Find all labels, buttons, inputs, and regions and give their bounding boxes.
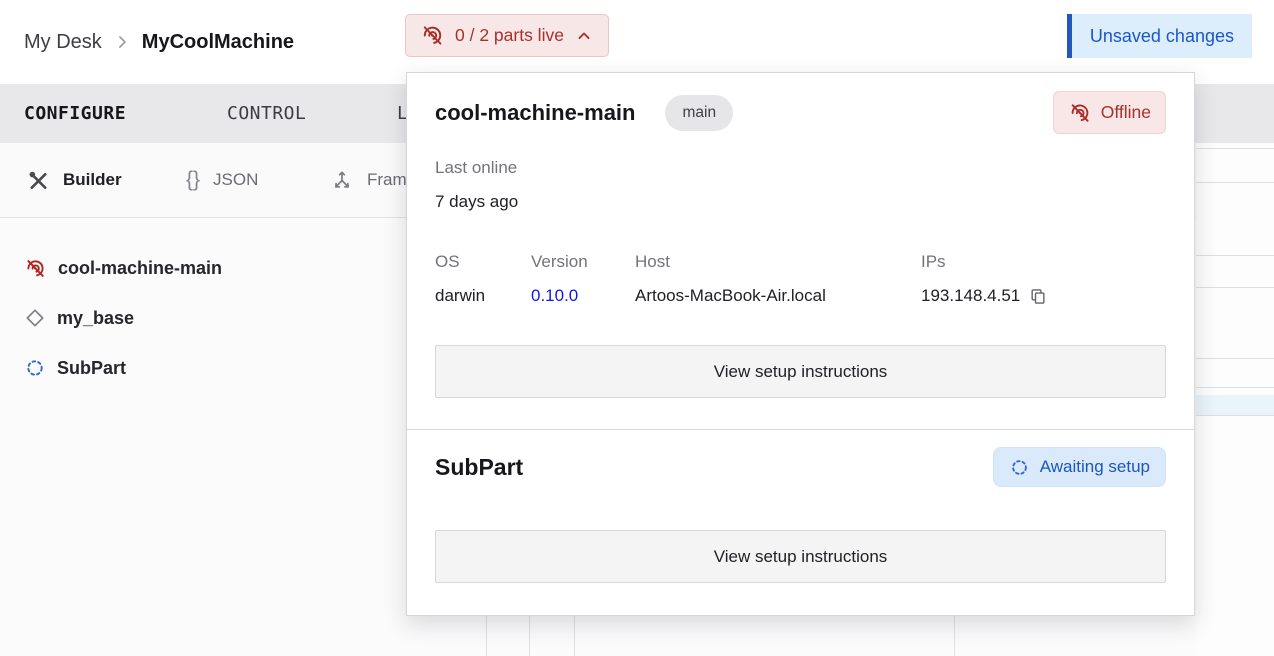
- dashed-circle-icon: [1009, 457, 1030, 478]
- builder-label: Builder: [63, 170, 122, 190]
- os-value: darwin: [435, 286, 531, 306]
- panel-divider: [407, 429, 1194, 430]
- builder-mode-tab[interactable]: Builder: [27, 169, 122, 192]
- crossed-tools-icon: [27, 169, 50, 192]
- awaiting-setup-badge[interactable]: Awaiting setup: [993, 447, 1166, 487]
- sub-part-header: SubPart Awaiting setup: [435, 445, 1166, 489]
- breadcrumb-parent[interactable]: My Desk: [24, 31, 102, 54]
- offline-wifi-icon: [24, 257, 47, 280]
- main-part-setup-instructions-button[interactable]: View setup instructions: [435, 345, 1166, 398]
- offline-wifi-icon: [420, 23, 445, 48]
- bg-table-column-line: [529, 616, 530, 656]
- awaiting-setup-label: Awaiting setup: [1040, 457, 1150, 477]
- main-part-header: cool-machine-main main Offline: [435, 91, 1166, 135]
- part-item-label: SubPart: [57, 358, 126, 379]
- unsaved-changes-label: Unsaved changes: [1090, 26, 1234, 47]
- part-item-label: cool-machine-main: [58, 258, 222, 279]
- unsaved-changes-badge: Unsaved changes: [1067, 14, 1252, 58]
- host-label: Host: [635, 252, 921, 272]
- chevron-right-icon: [112, 32, 132, 52]
- part-item-subpart[interactable]: SubPart: [24, 353, 126, 383]
- version-label: Version: [531, 252, 635, 272]
- last-online-label: Last online: [435, 158, 517, 178]
- bg-table-column-line: [574, 616, 575, 656]
- breadcrumb-current: MyCoolMachine: [142, 31, 294, 54]
- app-root: My Desk MyCoolMachine 0 / 2 parts live: [0, 0, 1274, 656]
- dashed-circle-icon: [24, 357, 46, 379]
- bg-table-column-line: [486, 616, 487, 656]
- ips-cell: 193.148.4.51: [921, 286, 1166, 306]
- offline-status-label: Offline: [1101, 102, 1151, 123]
- main-part-name: cool-machine-main: [435, 100, 635, 126]
- bg-table-column-line: [954, 616, 955, 656]
- part-meta-labels: OS Version Host IPs: [435, 252, 1166, 272]
- ips-value: 193.148.4.51: [921, 286, 1020, 306]
- copy-icon[interactable]: [1028, 286, 1048, 306]
- bg-highlighted-row: [1196, 395, 1274, 415]
- version-value-link[interactable]: 0.10.0: [531, 286, 635, 306]
- braces-icon: {}: [186, 168, 200, 192]
- os-label: OS: [435, 252, 531, 272]
- component-item-my-base[interactable]: my_base: [24, 303, 134, 333]
- tab-control[interactable]: CONTROL: [227, 84, 306, 143]
- diamond-icon: [24, 307, 46, 329]
- main-part-tag-pill: main: [665, 95, 733, 131]
- component-item-label: my_base: [57, 308, 134, 329]
- parts-live-status-button[interactable]: 0 / 2 parts live: [405, 14, 609, 57]
- json-label: JSON: [213, 170, 258, 190]
- sub-part-name: SubPart: [435, 454, 523, 481]
- json-mode-tab[interactable]: {} JSON: [186, 168, 258, 192]
- bg-table-fragment: [1196, 143, 1274, 656]
- offline-status-badge[interactable]: Offline: [1053, 91, 1166, 134]
- chevron-up-icon: [574, 26, 594, 46]
- parts-status-panel: cool-machine-main main Offline Last onli…: [406, 72, 1195, 616]
- host-value: Artoos-MacBook-Air.local: [635, 286, 921, 306]
- parts-live-label: 0 / 2 parts live: [455, 25, 564, 46]
- main-part-tag-label: main: [682, 104, 716, 122]
- part-item-cool-machine-main[interactable]: cool-machine-main: [24, 253, 222, 283]
- ips-label: IPs: [921, 252, 1166, 272]
- offline-wifi-icon: [1068, 101, 1092, 125]
- tab-configure[interactable]: CONFIGURE: [24, 84, 126, 143]
- frame-axes-icon: [330, 168, 354, 192]
- part-meta-values: darwin 0.10.0 Artoos-MacBook-Air.local 1…: [435, 286, 1166, 306]
- breadcrumb: My Desk MyCoolMachine: [24, 0, 294, 84]
- frame-mode-tab[interactable]: Frame: [330, 168, 416, 192]
- last-online-value: 7 days ago: [435, 192, 518, 212]
- sub-part-setup-instructions-button[interactable]: View setup instructions: [435, 530, 1166, 583]
